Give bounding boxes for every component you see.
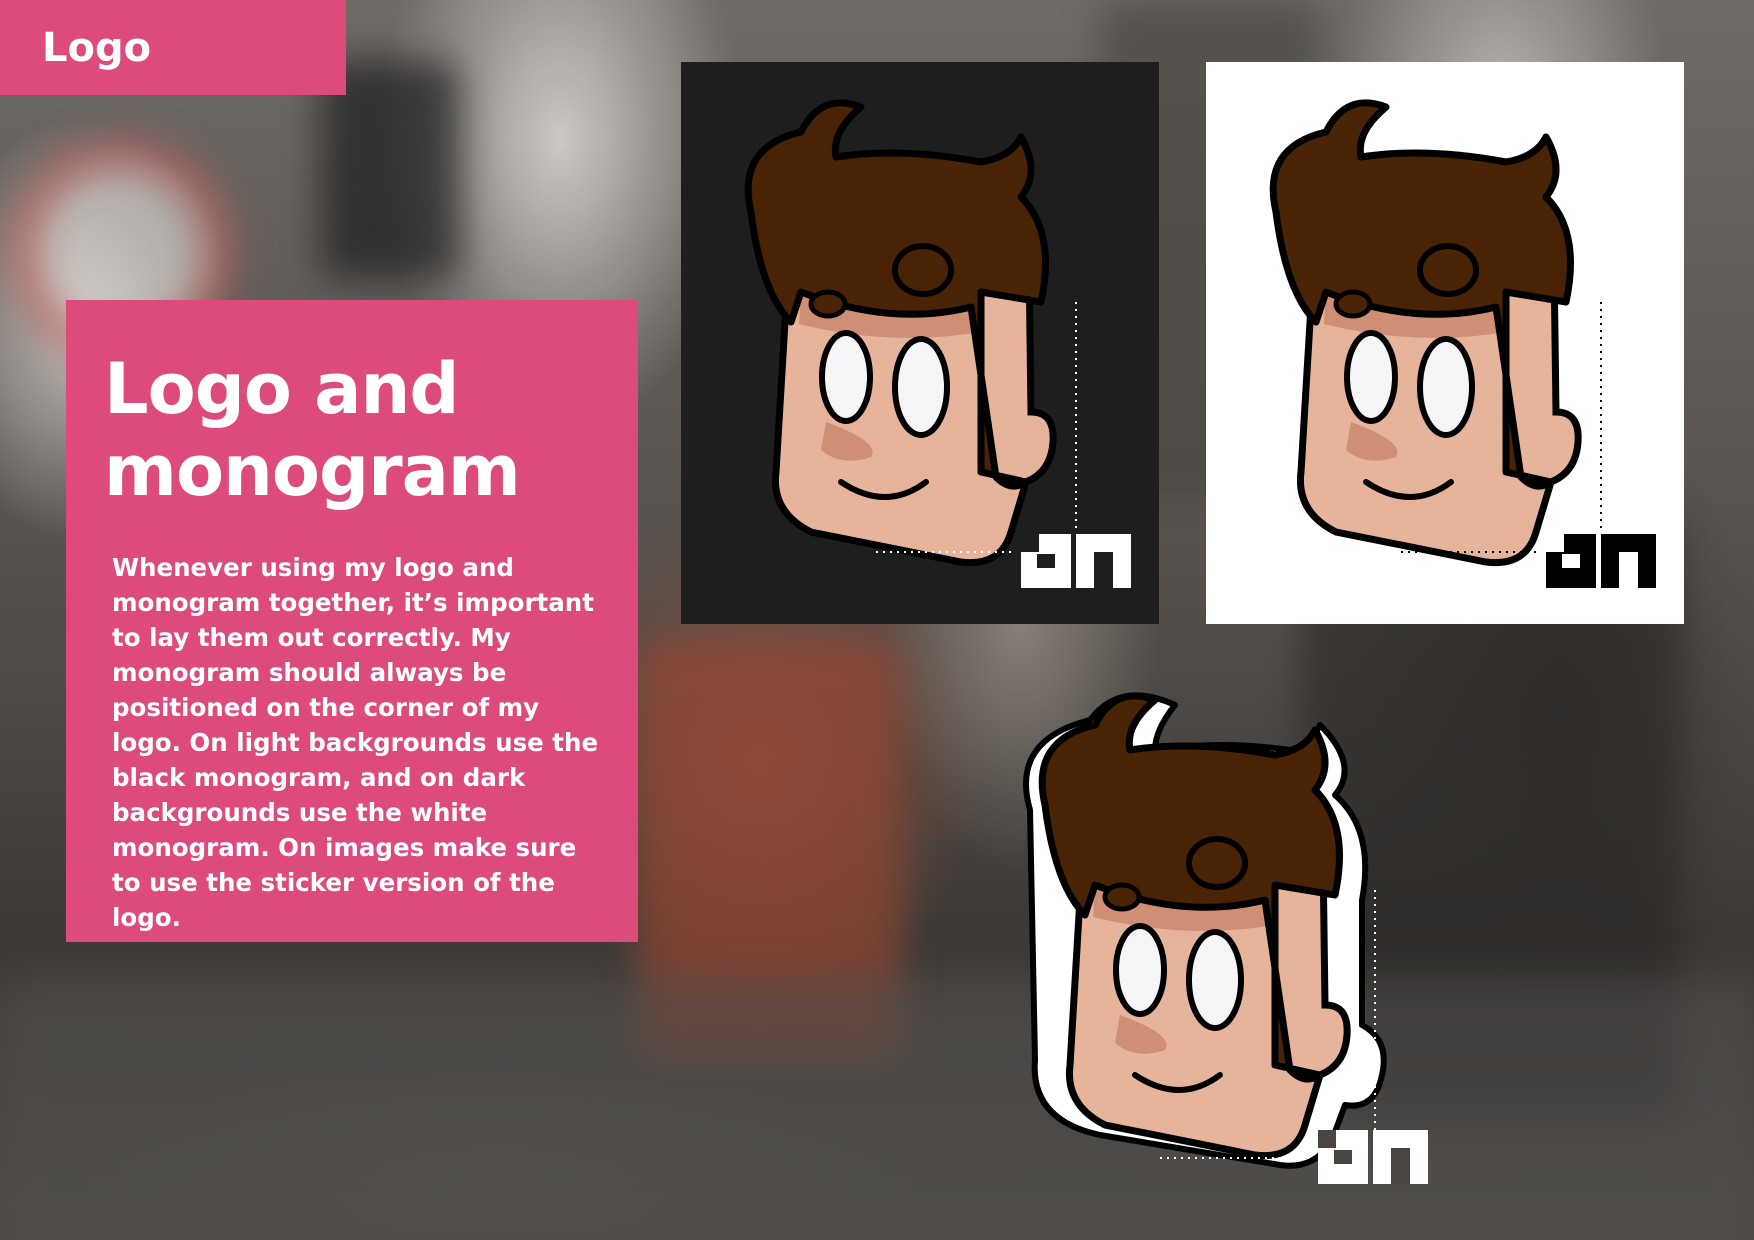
mascot-logo-light [1269, 99, 1656, 588]
card-title-line-1: Logo and [104, 348, 459, 430]
mascot-face [744, 99, 1057, 567]
logo-dark-panel [681, 62, 1159, 624]
mascot-face [1269, 99, 1582, 567]
mascot-face [1038, 692, 1351, 1160]
info-card: Logo and monogram Whenever using my logo… [66, 300, 638, 942]
card-body: Whenever using my logo and monogram toge… [112, 553, 599, 932]
monogram-white [1318, 1130, 1428, 1184]
mascot-logo-dark [744, 99, 1131, 588]
card-title-line-2: monogram [104, 430, 521, 512]
monogram-black [1546, 534, 1656, 588]
mascot-logo-sticker [1023, 692, 1428, 1184]
logo-light-panel [1206, 62, 1684, 624]
card-title: Logo and monogram [104, 348, 600, 512]
monogram-white [1021, 534, 1131, 588]
section-tag-label: Logo [42, 24, 152, 71]
section-tag: Logo [0, 0, 346, 95]
logo-sticker [990, 680, 1440, 1200]
